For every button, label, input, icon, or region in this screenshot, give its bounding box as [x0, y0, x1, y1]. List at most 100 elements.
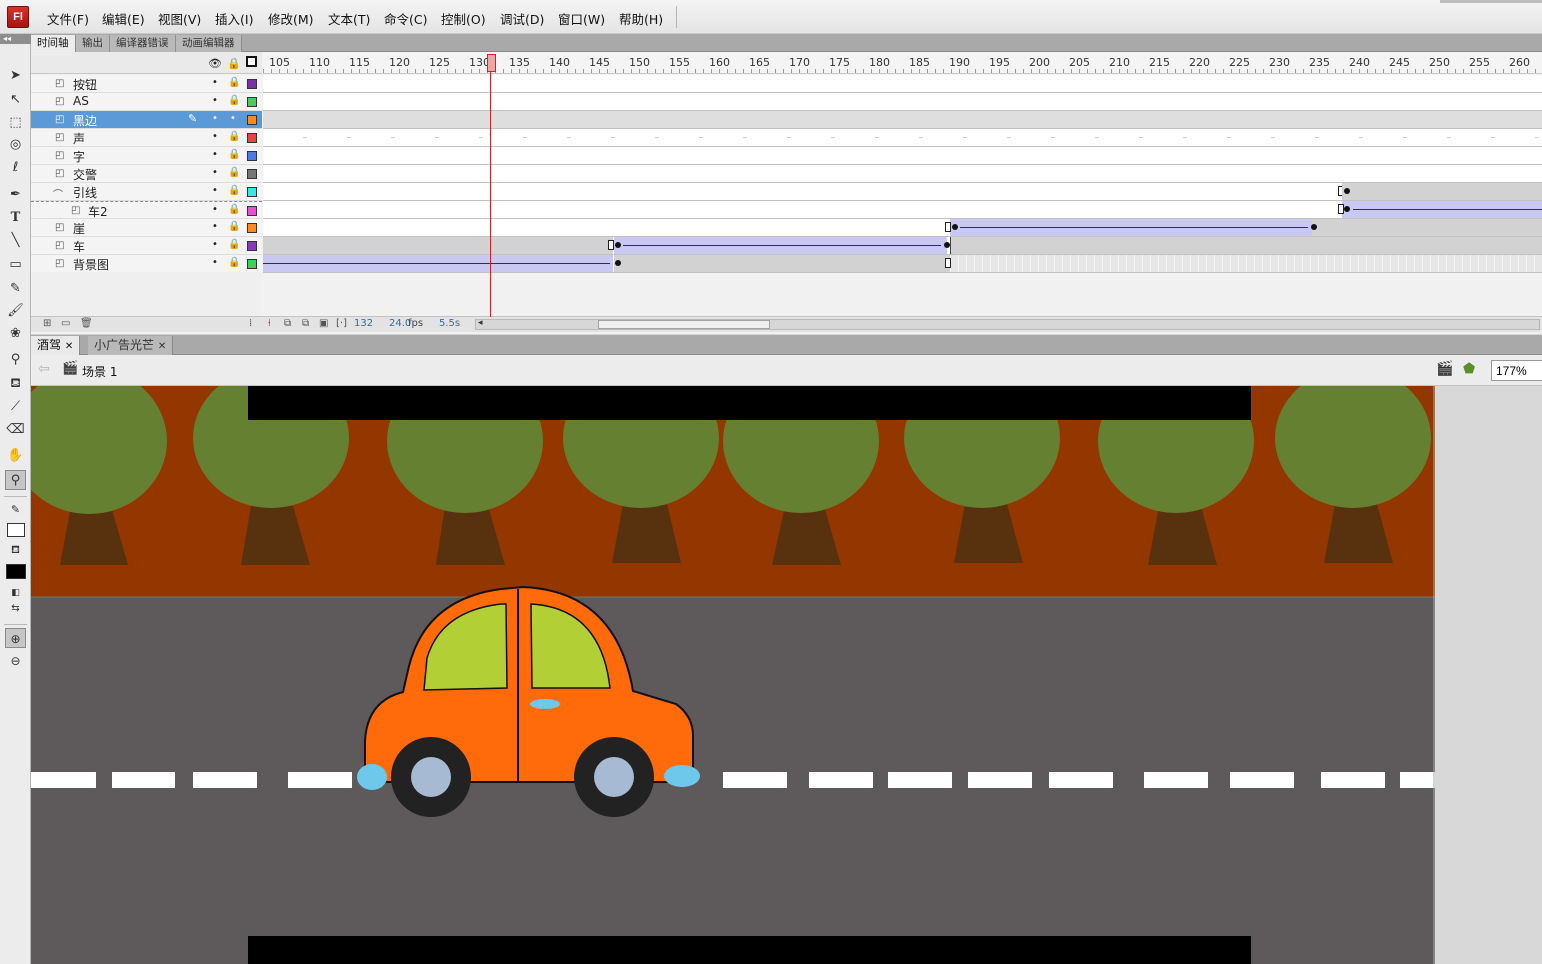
- layer-name[interactable]: 黑边: [73, 112, 97, 129]
- hand-icon[interactable]: ✋: [5, 446, 26, 466]
- blank-keyframe[interactable]: [945, 222, 951, 232]
- menu-text[interactable]: 文本(T): [328, 9, 370, 28]
- visibility-dot[interactable]: •: [212, 257, 218, 268]
- visibility-dot[interactable]: •: [212, 167, 218, 178]
- layer-name[interactable]: 崖: [73, 220, 85, 237]
- layer-row[interactable]: ◰ 黑边 ✎ • •: [31, 111, 262, 129]
- stroke-color-pencil-icon[interactable]: ✎: [5, 500, 26, 520]
- layer-row[interactable]: ⌒ 引线 • 🔒: [31, 183, 262, 201]
- playhead-handle[interactable]: [487, 54, 496, 72]
- frame-row[interactable]: [263, 201, 1542, 219]
- layer-row[interactable]: ◰ 车 • 🔒: [31, 237, 262, 255]
- lock-icon[interactable]: 🔒: [228, 131, 240, 142]
- menu-commands[interactable]: 命令(C): [384, 9, 427, 28]
- frame-row[interactable]: [263, 219, 1542, 237]
- onion-skin-icon[interactable]: ⧉: [284, 318, 291, 329]
- layer-name[interactable]: 按钮: [73, 76, 97, 93]
- visibility-dot[interactable]: •: [212, 204, 218, 215]
- modify-markers-icon[interactable]: [·]: [336, 318, 347, 329]
- lock-dot[interactable]: •: [230, 113, 236, 124]
- frame-row[interactable]: [263, 183, 1542, 201]
- layer-color-swatch[interactable]: [247, 241, 257, 251]
- layer-name[interactable]: 交警: [73, 166, 97, 183]
- lock-icon[interactable]: 🔒: [227, 57, 241, 70]
- frame-ruler[interactable]: 105 110 115 120 125 130 135 140 145 150 …: [263, 52, 1542, 74]
- edit-symbols-icon[interactable]: ⬟: [1463, 361, 1475, 377]
- layer-color-swatch[interactable]: [247, 223, 257, 233]
- keyframe[interactable]: [1344, 188, 1350, 194]
- layer-row[interactable]: ◰ 背景图 • 🔒: [31, 255, 262, 273]
- frame-row[interactable]: [263, 75, 1542, 93]
- eraser-icon[interactable]: ⌫: [5, 420, 26, 440]
- frame-row[interactable]: [263, 111, 1542, 129]
- layer-name[interactable]: 背景图: [73, 256, 109, 273]
- layer-color-swatch[interactable]: [247, 151, 257, 161]
- tab-motion-editor[interactable]: 动画编辑器: [176, 35, 242, 52]
- menu-debug[interactable]: 调试(D): [500, 9, 544, 28]
- scroll-left-icon[interactable]: ◂: [478, 318, 483, 328]
- eye-icon[interactable]: 👁: [208, 57, 222, 70]
- scene-name[interactable]: 场景 1: [82, 363, 117, 380]
- eyedropper-icon[interactable]: ⟋: [5, 397, 26, 417]
- layer-row[interactable]: ◰ 交警 • 🔒: [31, 165, 262, 183]
- zoom-icon[interactable]: ⚲: [5, 470, 26, 490]
- zoom-field[interactable]: [1491, 360, 1542, 381]
- layer-row[interactable]: ◰ 崖 • 🔒: [31, 219, 262, 237]
- new-layer-icon[interactable]: ⊞: [43, 318, 51, 329]
- layer-color-swatch[interactable]: [247, 187, 257, 197]
- visibility-dot[interactable]: •: [212, 77, 218, 88]
- menu-file[interactable]: 文件(F): [47, 9, 89, 28]
- tab-compiler-errors[interactable]: 编译器错误: [110, 35, 176, 52]
- layer-name[interactable]: 车2: [88, 203, 108, 220]
- lasso-icon[interactable]: ℓ: [5, 158, 26, 178]
- menu-control[interactable]: 控制(O): [441, 9, 486, 28]
- visibility-dot[interactable]: •: [212, 185, 218, 196]
- frame-row[interactable]: [263, 93, 1542, 111]
- text-icon[interactable]: T: [5, 208, 26, 228]
- selection-arrow-icon[interactable]: ➤: [5, 66, 26, 86]
- menu-insert[interactable]: 插入(I): [215, 9, 253, 28]
- frame-row[interactable]: [263, 165, 1542, 183]
- fill-color-swatch[interactable]: [6, 564, 26, 579]
- lock-icon[interactable]: 🔒: [228, 257, 240, 268]
- tab-timeline[interactable]: 时间轴: [31, 35, 76, 52]
- close-icon[interactable]: ✕: [158, 341, 166, 352]
- stroke-color-swatch[interactable]: [7, 523, 25, 537]
- layer-row[interactable]: ◰ 字 • 🔒: [31, 147, 262, 165]
- layer-color-swatch[interactable]: [247, 97, 257, 107]
- keyframe[interactable]: [1311, 224, 1317, 230]
- frame-row[interactable]: [263, 237, 1542, 255]
- edit-scene-icon[interactable]: 🎬: [1436, 361, 1453, 377]
- layer-color-swatch[interactable]: [247, 259, 257, 269]
- paint-bucket-icon[interactable]: ⛾: [5, 374, 26, 394]
- lock-icon[interactable]: 🔒: [228, 204, 240, 215]
- visibility-dot[interactable]: •: [212, 95, 218, 106]
- lock-icon[interactable]: 🔒: [228, 149, 240, 160]
- visibility-dot[interactable]: •: [212, 221, 218, 232]
- keyframe[interactable]: [615, 242, 621, 248]
- lock-icon[interactable]: 🔒: [228, 95, 240, 106]
- visibility-dot[interactable]: •: [212, 149, 218, 160]
- menu-edit[interactable]: 编辑(E): [102, 9, 145, 28]
- layer-row[interactable]: ◰ AS • 🔒: [31, 93, 262, 111]
- pen-icon[interactable]: ✒: [5, 185, 26, 205]
- timeline-scrollbar[interactable]: ◂: [475, 318, 1540, 330]
- 3d-rotation-icon[interactable]: ◎: [5, 135, 26, 155]
- lock-icon[interactable]: 🔒: [228, 77, 240, 88]
- bone-icon[interactable]: ⚲: [5, 350, 26, 370]
- menu-help[interactable]: 帮助(H): [619, 9, 663, 28]
- keyframe[interactable]: [1344, 206, 1350, 212]
- deco-icon[interactable]: ❀: [5, 324, 26, 344]
- layer-color-swatch[interactable]: [247, 79, 257, 89]
- lock-icon[interactable]: 🔒: [228, 185, 240, 196]
- layer-row[interactable]: ◰ 车2 • 🔒: [31, 201, 262, 219]
- zoom-out-icon[interactable]: ⊖: [5, 651, 26, 671]
- tab-output[interactable]: 输出: [76, 35, 110, 52]
- back-arrow-icon[interactable]: ⇦: [38, 361, 50, 377]
- frame-row[interactable]: [263, 147, 1542, 165]
- visibility-dot[interactable]: •: [212, 239, 218, 250]
- panel-splitter-icon[interactable]: ⁞: [249, 318, 252, 329]
- subselection-icon[interactable]: ↖: [5, 90, 26, 110]
- keyframe[interactable]: [615, 260, 621, 266]
- fill-color-bucket-icon[interactable]: ⛾: [5, 540, 26, 560]
